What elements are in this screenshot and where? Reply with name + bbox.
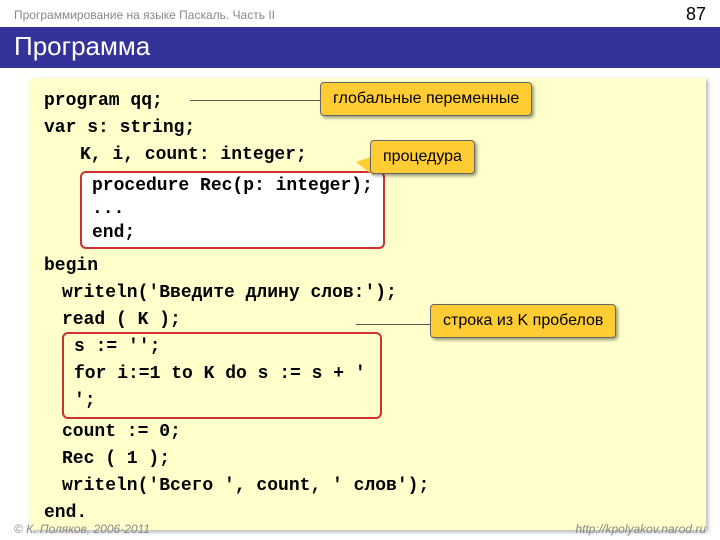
- code-line: end;: [92, 222, 373, 245]
- course-label: Программирование на языке Паскаль. Часть…: [14, 8, 275, 22]
- header-top: Программирование на языке Паскаль. Часть…: [0, 0, 720, 27]
- code-line: procedure Rec(p: integer);: [92, 175, 373, 198]
- code-line: s := '';: [74, 334, 370, 361]
- footer-url: http://kpolyakov.narod.ru: [575, 522, 706, 536]
- code-line: for i:=1 to K do s := s + ' ';: [74, 361, 370, 415]
- callout-spaces: строка из K пробелов: [430, 304, 616, 338]
- page-title: Программа: [0, 27, 720, 68]
- procedure-box: procedure Rec(p: integer); ... end;: [80, 171, 385, 249]
- footer: © К. Поляков, 2006-2011 http://kpolyakov…: [0, 522, 720, 536]
- code-block: program qq; var s: string; K, i, count: …: [30, 78, 706, 530]
- code-line: ...: [92, 198, 373, 221]
- callout-pointer: [356, 324, 432, 325]
- spaces-box: s := ''; for i:=1 to K do s := s + ' ';: [62, 332, 382, 419]
- code-line: writeln('Всего ', count, ' слов');: [44, 473, 692, 500]
- code-line: count := 0;: [44, 419, 692, 446]
- code-line: var s: string;: [44, 115, 692, 142]
- code-line: begin: [44, 253, 692, 280]
- callout-globals: глобальные переменные: [320, 82, 532, 116]
- callout-procedure: процедура: [370, 140, 475, 174]
- page-number: 87: [686, 4, 706, 25]
- copyright: © К. Поляков, 2006-2011: [14, 522, 150, 536]
- callout-pointer: [190, 100, 322, 101]
- code-line: Rec ( 1 );: [44, 446, 692, 473]
